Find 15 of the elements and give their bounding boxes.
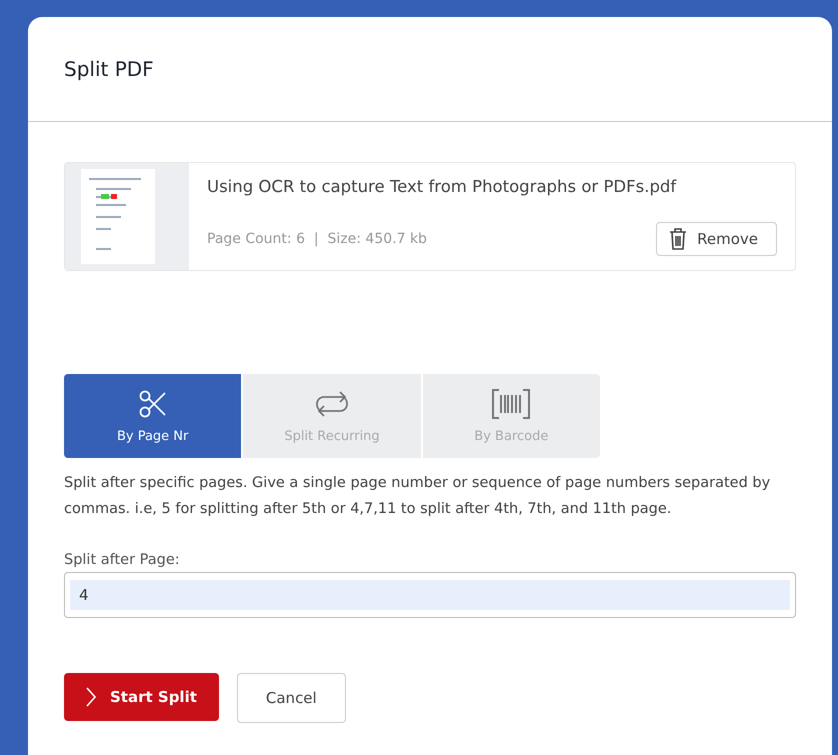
dialog-title: Split PDF bbox=[64, 57, 154, 81]
scissors-icon bbox=[138, 388, 168, 418]
trash-icon bbox=[669, 228, 688, 250]
barcode-icon bbox=[492, 388, 530, 418]
page-input[interactable]: 4 bbox=[64, 572, 796, 618]
remove-button[interactable]: Remove bbox=[656, 222, 777, 256]
file-info: Page Count: 6 | Size: 450.7 kb bbox=[207, 231, 427, 247]
instructions-text: Split after specific pages. Give a single page number or sequence of page numbers separated by commas. i.e, 5 for splitting after 5th or 4,7,11 to split after 4th, 7th, and 11th page. bbox=[64, 474, 772, 519]
file-name: Using OCR to capture Text from Photographs or PDFs.pdf bbox=[207, 177, 678, 196]
cancel-button[interactable]: Cancel bbox=[236, 673, 346, 723]
mode-tab[interactable]: By Page Nr bbox=[64, 374, 242, 458]
chevron-icon bbox=[86, 687, 96, 707]
repeat-icon bbox=[314, 388, 349, 418]
start-split-button[interactable]: Start Split bbox=[64, 673, 219, 721]
field-label: Split after Page: bbox=[64, 552, 181, 568]
